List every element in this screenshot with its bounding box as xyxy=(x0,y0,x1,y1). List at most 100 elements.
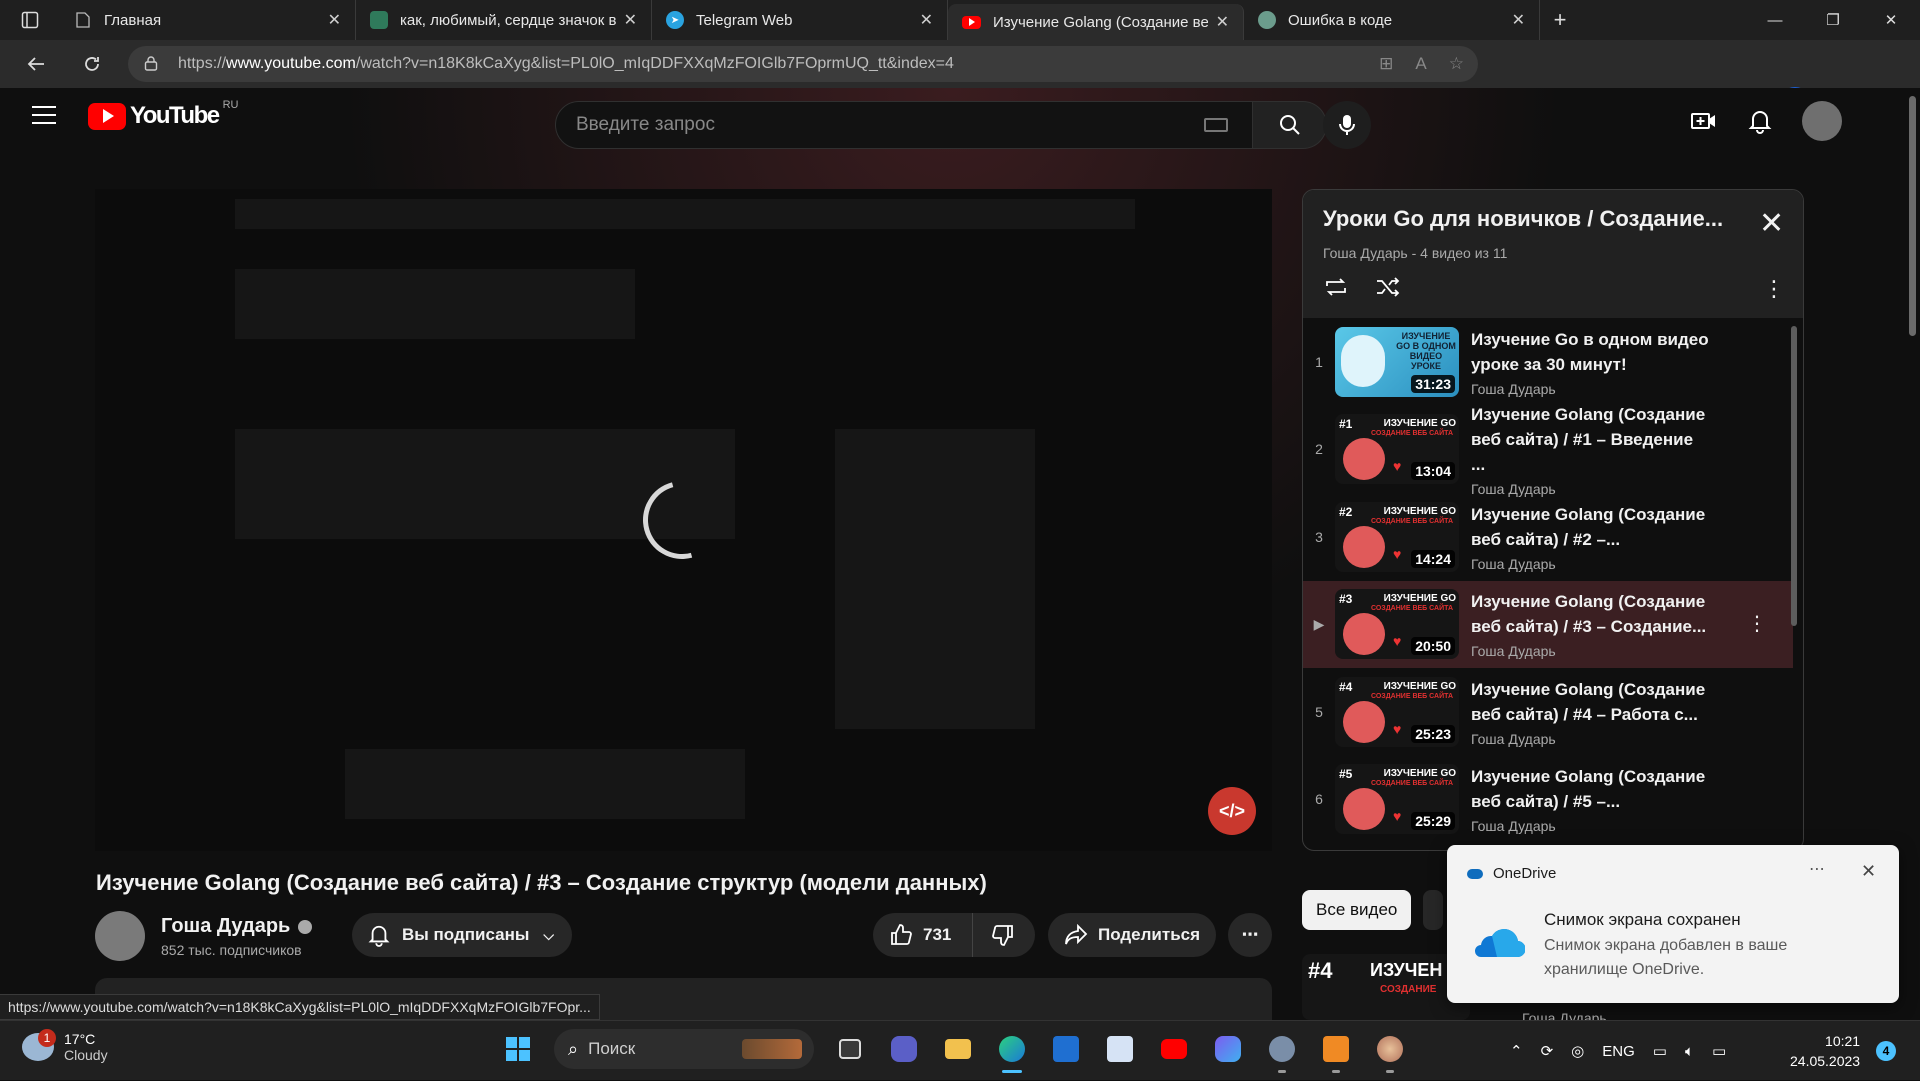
chevron-down-icon: ⌵ xyxy=(543,926,554,943)
app-available-icon[interactable]: ⊞ xyxy=(1379,54,1393,74)
recommended-thumbnail[interactable]: #4 ИЗУЧЕН СОЗДАНИЕ xyxy=(1302,954,1470,1020)
page-scrollbar[interactable] xyxy=(1904,88,1920,1020)
monitor-icon[interactable]: ▭ xyxy=(1653,1042,1667,1060)
item-menu-icon[interactable]: ⋮ xyxy=(1747,611,1767,636)
settings-app[interactable] xyxy=(1264,1029,1300,1073)
scrollbar-thumb[interactable] xyxy=(1909,96,1916,336)
chip-more[interactable] xyxy=(1423,890,1444,930)
tab-image-search[interactable]: как, любимый, сердце значок в ✕ xyxy=(356,0,652,40)
url-prefix: https:// xyxy=(178,55,227,72)
channel-name[interactable]: Гоша Дударь xyxy=(161,915,290,937)
chip-all-videos[interactable]: Все видео xyxy=(1302,890,1412,930)
weather-widget[interactable]: 1 17°C Cloudy xyxy=(22,1029,108,1063)
account-avatar[interactable] xyxy=(1802,101,1842,141)
address-bar[interactable]: https://www.youtube.com/watch?v=n18K8kCa… xyxy=(128,46,1478,82)
add-favorite-icon[interactable]: ☆ xyxy=(1449,54,1464,74)
toast-close-icon[interactable]: ✕ xyxy=(1861,861,1876,882)
start-button[interactable] xyxy=(500,1029,536,1069)
video-duration: 13:04 xyxy=(1411,462,1455,481)
masthead: YouTube RU Введите запрос xyxy=(0,88,1904,149)
onedrive-notification[interactable]: OneDrive ⋯ ✕ Снимок экрана сохранен Сним… xyxy=(1447,845,1899,1003)
notification-count-badge[interactable]: 4 xyxy=(1876,1041,1896,1061)
clock[interactable]: 10:21 24.05.2023 xyxy=(1790,1031,1860,1071)
youtube-logo[interactable]: YouTube RU xyxy=(88,99,238,130)
close-tab-icon[interactable]: ✕ xyxy=(624,10,637,30)
mail-app[interactable] xyxy=(1102,1029,1138,1069)
workspaces-button[interactable] xyxy=(0,0,60,40)
create-video-icon[interactable] xyxy=(1690,109,1718,133)
task-view-button[interactable] xyxy=(832,1029,868,1069)
code-overlay-icon[interactable]: </> xyxy=(1208,787,1256,835)
menu-icon[interactable] xyxy=(32,106,56,130)
subscriber-count: 852 тыс. подписчиков xyxy=(161,941,302,958)
restore-icon[interactable]: ❐ xyxy=(1804,0,1862,40)
playlist-scrollbar[interactable] xyxy=(1791,326,1797,626)
playlist-menu-icon[interactable]: ⋮ xyxy=(1763,276,1785,302)
thumbnail-tag: #4 xyxy=(1339,679,1353,694)
notifications-bell-icon[interactable] xyxy=(1748,108,1772,134)
search-button[interactable] xyxy=(1253,101,1327,149)
dislike-button[interactable] xyxy=(973,913,1015,957)
close-tab-icon[interactable]: ✕ xyxy=(1216,12,1229,32)
minimize-icon[interactable]: — xyxy=(1746,0,1804,40)
playlist-title[interactable]: Уроки Go для новичков / Создание... xyxy=(1323,206,1743,232)
browser-tab-bar: Главная ✕ как, любимый, сердце значок в … xyxy=(0,0,1920,40)
heart-icon: ♥ xyxy=(1393,545,1402,562)
close-tab-icon[interactable]: ✕ xyxy=(1512,10,1525,30)
shuffle-icon[interactable] xyxy=(1375,276,1401,304)
close-tab-icon[interactable]: ✕ xyxy=(920,10,933,30)
copilot-app[interactable] xyxy=(1210,1029,1246,1069)
loop-icon[interactable] xyxy=(1323,276,1349,305)
playlist-item[interactable]: 5 #4 ИЗУЧЕНИЕ GO СОЗДАНИЕ ВЕБ САЙТА ♥ 25… xyxy=(1303,668,1793,756)
playlist-item-current[interactable]: ▶ #3 ИЗУЧЕНИЕ GO СОЗДАНИЕ ВЕБ САЙТА ♥ 20… xyxy=(1303,580,1793,668)
gopher-mascot-icon xyxy=(1343,438,1385,481)
refresh-button[interactable] xyxy=(64,40,120,88)
frame-banner xyxy=(345,749,745,819)
playlist-item[interactable]: 2 #1 ИЗУЧЕНИЕ GO СОЗДАНИЕ ВЕБ САЙТА ♥ 13… xyxy=(1303,405,1793,497)
store-app[interactable] xyxy=(1048,1029,1084,1069)
subscribe-button[interactable]: Вы подписаны ⌵ xyxy=(352,913,572,957)
voice-search-button[interactable] xyxy=(1323,101,1371,149)
sync-icon[interactable]: ⟳ xyxy=(1541,1042,1554,1060)
chevron-up-icon[interactable]: ⌃ xyxy=(1510,1042,1523,1060)
share-button[interactable]: Поделиться xyxy=(1048,913,1216,957)
tab-home[interactable]: Главная ✕ xyxy=(60,0,356,40)
taskbar-search-label: Поиск xyxy=(588,1039,636,1058)
playlist-item[interactable]: 1 ИЗУЧЕНИЕ GO В ОДНОМ ВИДЕО УРОКЕ 31:23 … xyxy=(1303,318,1793,406)
tab-youtube[interactable]: Изучение Golang (Создание веб ✕ xyxy=(948,4,1244,40)
video-player[interactable]: </> xyxy=(95,189,1272,851)
input-language[interactable]: ENG xyxy=(1602,1043,1635,1060)
toast-app-name: OneDrive xyxy=(1493,865,1557,882)
playlist-item[interactable]: 3 #2 ИЗУЧЕНИЕ GO СОЗДАНИЕ ВЕБ САЙТА ♥ 14… xyxy=(1303,493,1793,581)
tab-telegram[interactable]: ➤ Telegram Web ✕ xyxy=(652,0,948,40)
volume-icon[interactable]: 🔈︎ xyxy=(1685,1043,1694,1060)
back-button[interactable] xyxy=(8,40,64,88)
task-view-icon xyxy=(839,1039,861,1059)
tab-chatgpt[interactable]: Ошибка в коде ✕ xyxy=(1244,0,1540,40)
network-globe-icon[interactable]: ◎ xyxy=(1571,1042,1584,1060)
taskbar-search[interactable]: ⌕ Поиск xyxy=(554,1029,814,1069)
battery-icon[interactable]: ▭ xyxy=(1712,1042,1726,1060)
playlist-item[interactable]: 6 #5 ИЗУЧЕНИЕ GO СОЗДАНИЕ ВЕБ САЙТА ♥ 25… xyxy=(1303,756,1793,844)
more-actions-button[interactable]: ⋯ xyxy=(1228,913,1272,957)
edge-app[interactable] xyxy=(994,1029,1030,1073)
lock-icon[interactable] xyxy=(144,55,164,74)
new-tab-button[interactable]: + xyxy=(1540,7,1580,33)
teams-chat-app[interactable] xyxy=(886,1029,922,1069)
paint-app[interactable] xyxy=(1372,1029,1408,1073)
item-channel: Гоша Дударь xyxy=(1471,643,1556,660)
toast-more-icon[interactable]: ⋯ xyxy=(1809,859,1825,879)
sublime-text-app[interactable] xyxy=(1318,1029,1354,1073)
close-window-icon[interactable]: ✕ xyxy=(1862,0,1920,40)
like-button[interactable]: 731 xyxy=(873,913,973,957)
channel-info: Гоша Дударь 852 тыс. подписчиков xyxy=(161,915,313,958)
search-input[interactable]: Введите запрос xyxy=(555,101,1253,149)
file-explorer-app[interactable] xyxy=(940,1029,976,1069)
close-tab-icon[interactable]: ✕ xyxy=(328,10,341,30)
close-icon[interactable]: ✕ xyxy=(1759,209,1784,239)
youtube-app[interactable] xyxy=(1156,1029,1192,1069)
gopher-mascot-icon xyxy=(1341,334,1385,387)
channel-avatar[interactable] xyxy=(95,911,145,961)
keyboard-icon[interactable] xyxy=(1204,118,1228,132)
read-aloud-icon[interactable]: A xyxy=(1415,54,1426,74)
